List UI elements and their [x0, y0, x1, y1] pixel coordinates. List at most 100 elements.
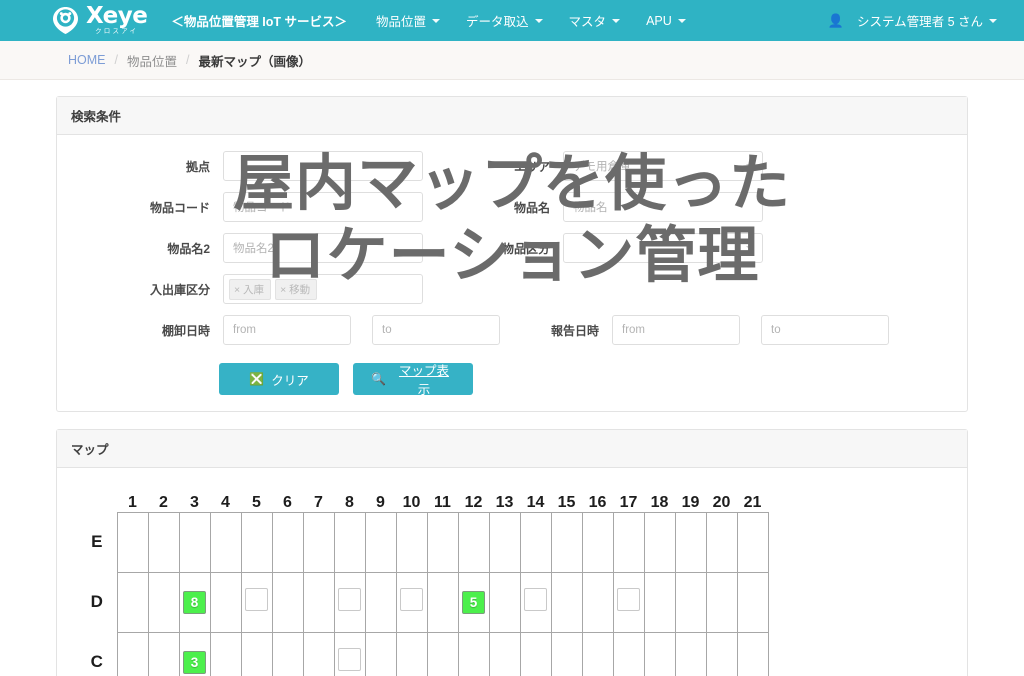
map-marker-occupied[interactable]: 5 — [462, 591, 485, 614]
map-cell[interactable] — [737, 572, 768, 632]
map-cell[interactable]: 5 — [458, 572, 489, 632]
selected-tag[interactable]: × 入庫 — [229, 279, 271, 300]
map-cell[interactable] — [303, 632, 334, 676]
clear-button[interactable]: ❎ クリア — [219, 363, 339, 395]
map-cell[interactable] — [520, 572, 551, 632]
map-cell[interactable]: 8 — [179, 572, 210, 632]
map-cell[interactable] — [613, 512, 644, 572]
map-cell[interactable] — [582, 572, 613, 632]
map-cell[interactable] — [427, 512, 458, 572]
map-cell[interactable] — [396, 512, 427, 572]
map-cell[interactable] — [706, 632, 737, 676]
map-marker-empty[interactable] — [338, 648, 361, 671]
location-map-grid[interactable]: 123456789101112131415161718192021 ED85C3 — [77, 484, 769, 676]
map-cell[interactable] — [365, 512, 396, 572]
buppin-name2-input[interactable]: 物品名2 — [223, 233, 423, 263]
map-marker-occupied[interactable]: 8 — [183, 591, 206, 614]
kyoten-select[interactable] — [223, 151, 423, 181]
brand-logo[interactable]: Xeye クロスアイ — [52, 6, 147, 36]
map-cell[interactable] — [241, 572, 272, 632]
map-cell[interactable] — [117, 512, 148, 572]
map-cell[interactable] — [272, 632, 303, 676]
buppin-code-input[interactable]: 物品コード — [223, 192, 423, 222]
map-cell[interactable] — [303, 512, 334, 572]
map-cell[interactable] — [210, 632, 241, 676]
map-marker-occupied[interactable]: 3 — [183, 651, 206, 674]
nav-item-master[interactable]: マスタ — [556, 0, 634, 41]
map-cell[interactable] — [706, 572, 737, 632]
user-menu[interactable]: 👤 システム管理者 5 さん — [815, 0, 1010, 41]
tanaoroshi-from-input[interactable]: from — [223, 315, 351, 345]
map-cell[interactable] — [241, 512, 272, 572]
map-cell[interactable] — [179, 512, 210, 572]
map-cell[interactable] — [520, 632, 551, 676]
map-column-header: 14 — [520, 484, 551, 512]
map-cell[interactable] — [241, 632, 272, 676]
map-marker-empty[interactable] — [400, 588, 423, 611]
buppin-name-input[interactable]: 物品名 — [563, 192, 763, 222]
breadcrumb-section[interactable]: 物品位置 — [127, 51, 177, 70]
map-cell[interactable] — [458, 512, 489, 572]
map-cell[interactable] — [644, 512, 675, 572]
map-cell[interactable] — [334, 632, 365, 676]
map-cell[interactable] — [365, 632, 396, 676]
map-cell[interactable] — [644, 572, 675, 632]
map-cell[interactable] — [489, 632, 520, 676]
map-cell[interactable] — [396, 632, 427, 676]
map-cell[interactable] — [427, 572, 458, 632]
map-cell[interactable] — [582, 632, 613, 676]
breadcrumb-home-link[interactable]: HOME — [68, 53, 106, 67]
map-cell[interactable] — [210, 572, 241, 632]
map-cell[interactable] — [148, 512, 179, 572]
map-cell[interactable] — [613, 632, 644, 676]
nav-item-apu[interactable]: APU — [633, 0, 699, 41]
map-cell[interactable] — [644, 632, 675, 676]
map-cell[interactable] — [489, 512, 520, 572]
map-cell[interactable] — [334, 512, 365, 572]
map-row-header: E — [77, 512, 117, 572]
map-cell[interactable] — [737, 632, 768, 676]
buppin-kubun-select[interactable] — [563, 233, 763, 263]
map-cell[interactable] — [737, 512, 768, 572]
tanaoroshi-to-input[interactable]: to — [372, 315, 500, 345]
map-cell[interactable] — [706, 512, 737, 572]
map-cell[interactable] — [148, 572, 179, 632]
nav-item-data-torikomi[interactable]: データ取込 — [453, 0, 556, 41]
map-marker-empty[interactable] — [245, 588, 268, 611]
map-cell[interactable] — [675, 572, 706, 632]
map-cell[interactable] — [303, 572, 334, 632]
form-row-kyoten-area: 拠点 エリア デモ用倉庫 — [71, 151, 953, 181]
area-select[interactable]: デモ用倉庫 — [563, 151, 763, 181]
map-cell[interactable] — [551, 512, 582, 572]
map-cell[interactable] — [520, 512, 551, 572]
map-cell[interactable] — [551, 572, 582, 632]
map-cell[interactable] — [582, 512, 613, 572]
map-cell[interactable] — [551, 632, 582, 676]
map-cell[interactable]: 3 — [179, 632, 210, 676]
map-cell[interactable] — [148, 632, 179, 676]
map-marker-empty[interactable] — [524, 588, 547, 611]
chevron-down-icon — [535, 19, 543, 23]
map-cell[interactable] — [210, 512, 241, 572]
map-marker-empty[interactable] — [338, 588, 361, 611]
map-cell[interactable] — [117, 572, 148, 632]
map-cell[interactable] — [396, 572, 427, 632]
map-cell[interactable] — [427, 632, 458, 676]
map-cell[interactable] — [272, 512, 303, 572]
map-cell[interactable] — [613, 572, 644, 632]
show-map-button[interactable]: 🔍 マップ表示 — [353, 363, 473, 395]
nav-item-buppin-ichi[interactable]: 物品位置 — [363, 0, 453, 41]
map-cell[interactable] — [675, 632, 706, 676]
map-cell[interactable] — [117, 632, 148, 676]
map-cell[interactable] — [458, 632, 489, 676]
map-marker-empty[interactable] — [617, 588, 640, 611]
map-cell[interactable] — [334, 572, 365, 632]
nyushutsuko-multiselect[interactable]: × 入庫 × 移動 — [223, 274, 423, 304]
map-cell[interactable] — [675, 512, 706, 572]
selected-tag[interactable]: × 移動 — [275, 279, 317, 300]
hokoku-to-input[interactable]: to — [761, 315, 889, 345]
map-cell[interactable] — [365, 572, 396, 632]
hokoku-from-input[interactable]: from — [612, 315, 740, 345]
map-cell[interactable] — [489, 572, 520, 632]
map-cell[interactable] — [272, 572, 303, 632]
